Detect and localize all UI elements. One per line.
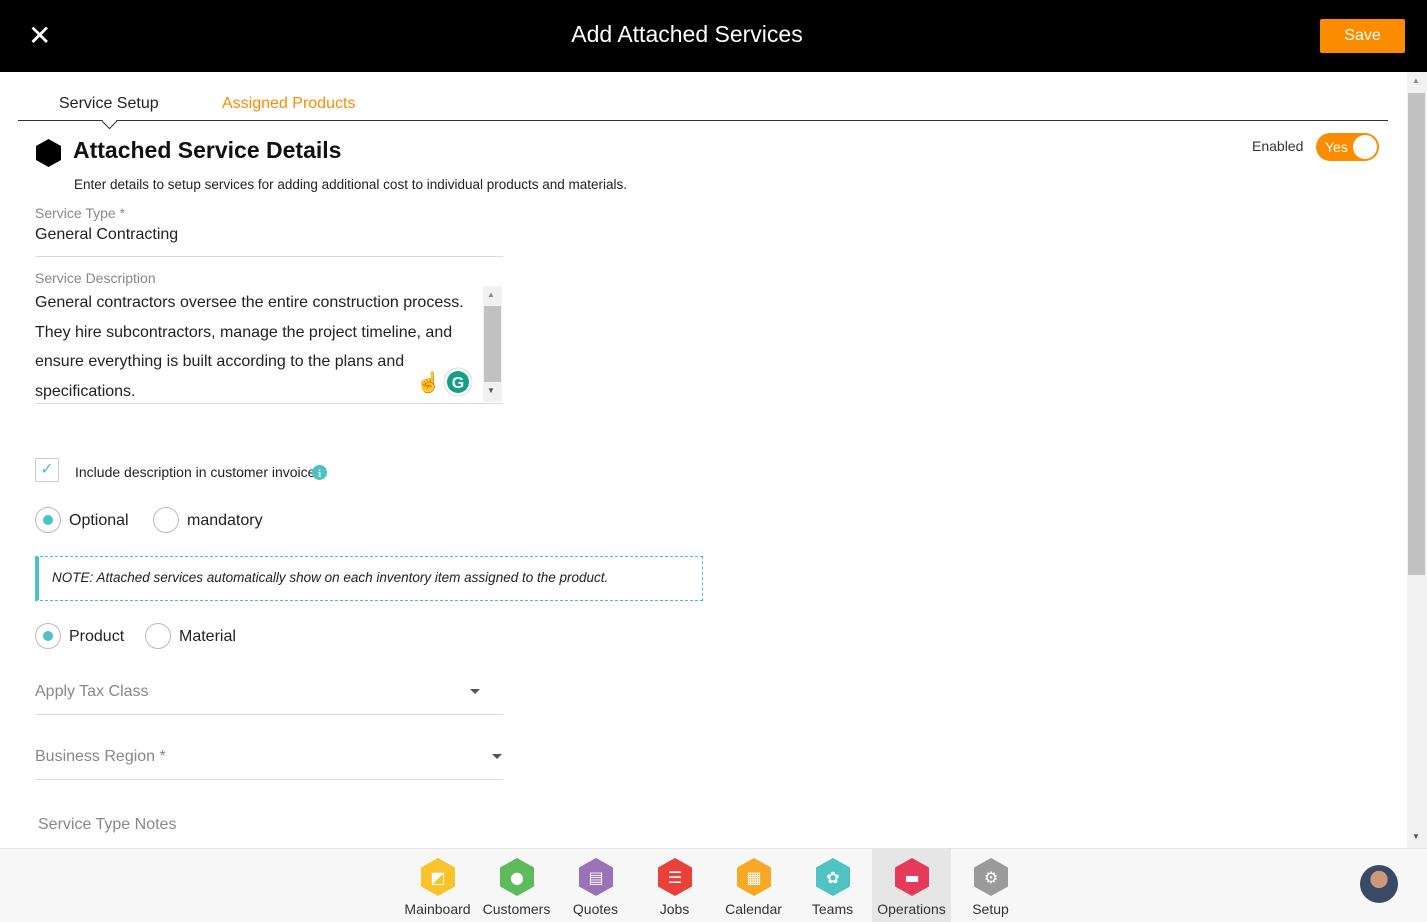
business-region-select[interactable]: Business Region * (35, 748, 503, 780)
nav-item-label: Operations (877, 901, 946, 917)
svg-text:G: G (452, 375, 464, 392)
include-description-checkbox[interactable]: ✓ (35, 458, 59, 482)
tax-class-select[interactable]: Apply Tax Class (35, 683, 503, 715)
tab-divider (18, 120, 1388, 121)
tax-class-placeholder: Apply Tax Class (35, 683, 149, 700)
svg-text:◩: ◩ (430, 868, 445, 887)
mainboard-icon: ◩ (420, 858, 455, 896)
toggle-knob (1353, 135, 1377, 159)
svg-text:▦: ▦ (746, 868, 761, 887)
divider (35, 256, 503, 257)
nav-item-label: Jobs (659, 901, 690, 917)
hexagon-icon (36, 139, 61, 167)
nav-item-label: Mainboard (404, 901, 471, 917)
svg-text:☰: ☰ (667, 868, 681, 887)
nav-item-teams[interactable]: ✿ Teams (793, 849, 872, 922)
optional-label: Optional (69, 512, 129, 529)
section-title: Attached Service Details (73, 137, 342, 163)
nav-item-customers[interactable]: ● Customers (477, 849, 556, 922)
briefcase-icon: ▬ (894, 858, 929, 896)
mandatory-radio[interactable] (153, 507, 179, 533)
nav-item-jobs[interactable]: ☰ Jobs (635, 849, 714, 922)
nav-item-calendar[interactable]: ▦ Calendar (714, 849, 793, 922)
nav-item-quotes[interactable]: ▤ Quotes (556, 849, 635, 922)
nav-item-label: Setup (972, 901, 1009, 917)
mandatory-label: mandatory (187, 512, 263, 529)
divider (35, 779, 503, 780)
save-button[interactable]: Save (1320, 19, 1405, 53)
nav-item-label: Quotes (572, 901, 619, 917)
svg-text:✿: ✿ (826, 868, 839, 887)
calendar-icon: ▦ (736, 858, 771, 896)
nav-item-operations[interactable]: ▬ Operations (872, 849, 951, 922)
svg-text:⚙: ⚙ (983, 868, 997, 887)
teams-icon: ✿ (815, 858, 850, 896)
service-description-label: Service Description (35, 270, 156, 286)
grammarly-icon[interactable]: G (443, 367, 473, 397)
svg-text:●: ● (510, 868, 524, 887)
nav-item-label: Teams (811, 901, 854, 917)
textarea-scroll-thumb[interactable] (484, 306, 501, 382)
optional-radio[interactable] (35, 507, 61, 533)
info-icon[interactable]: i (312, 465, 327, 480)
chevron-down-icon[interactable] (492, 754, 502, 759)
divider (35, 403, 503, 404)
service-description-textarea[interactable]: General contractors oversee the entire c… (35, 288, 475, 406)
avatar[interactable] (1360, 865, 1398, 903)
toggle-label: Yes (1325, 139, 1348, 155)
enabled-label: Enabled (1252, 138, 1304, 154)
jobs-list-icon: ☰ (657, 858, 692, 896)
tab-service-setup[interactable]: Service Setup (59, 95, 159, 113)
section-subtitle: Enter details to setup services for addi… (74, 177, 628, 192)
scroll-up-icon[interactable]: ▲ (487, 290, 495, 299)
material-label: Material (179, 628, 236, 645)
material-radio[interactable] (145, 623, 171, 649)
tab-assigned-products[interactable]: Assigned Products (222, 95, 355, 113)
gear-icon: ⚙ (973, 858, 1008, 896)
chevron-down-icon[interactable] (470, 689, 480, 694)
note-box: NOTE: Attached services automatically sh… (35, 556, 703, 601)
scroll-down-icon[interactable]: ▼ (1412, 832, 1420, 841)
nav-item-label: Customers (482, 901, 551, 917)
active-tab-caret (101, 113, 118, 130)
svg-text:i: i (318, 468, 321, 480)
include-description-label: Include description in customer invoice (75, 464, 316, 480)
divider (35, 714, 503, 715)
customer-icon: ● (499, 858, 534, 896)
nav-item-setup[interactable]: ⚙ Setup (951, 849, 1030, 922)
service-type-label: Service Type * (35, 205, 126, 221)
enabled-toggle[interactable]: Yes (1316, 133, 1379, 161)
product-radio[interactable] (35, 623, 61, 649)
nav-item-mainboard[interactable]: ◩ Mainboard (398, 849, 477, 922)
quotes-icon: ▤ (578, 858, 613, 896)
page-title: Add Attached Services (571, 21, 803, 47)
business-region-placeholder: Business Region * (35, 748, 166, 765)
page-scroll-thumb[interactable] (1408, 93, 1425, 575)
product-label: Product (69, 628, 125, 645)
service-type-field[interactable]: General Contracting (35, 226, 178, 244)
nav-item-label: Calendar (725, 901, 782, 917)
service-type-notes-label[interactable]: Service Type Notes (38, 816, 176, 834)
scroll-down-icon[interactable]: ▼ (487, 386, 495, 395)
svg-text:▤: ▤ (588, 868, 603, 887)
svg-text:▬: ▬ (904, 868, 919, 887)
hand-pointer-icon: ☝ (416, 372, 441, 394)
scroll-up-icon[interactable]: ▲ (1412, 76, 1420, 85)
